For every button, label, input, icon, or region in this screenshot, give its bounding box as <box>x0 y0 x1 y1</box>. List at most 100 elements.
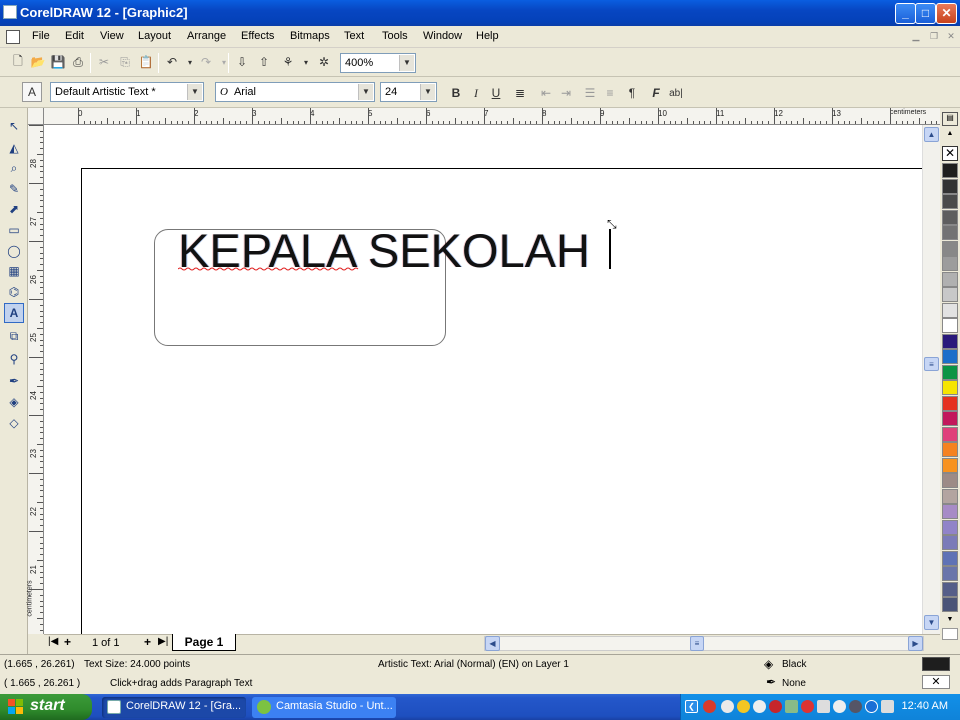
color-swatch[interactable] <box>942 240 958 256</box>
save-icon[interactable]: 💾 <box>48 52 68 72</box>
character-format-icon[interactable]: F <box>646 83 666 103</box>
tray-antivirus-icon[interactable] <box>769 700 782 713</box>
tray-app-icon[interactable] <box>817 700 830 713</box>
chevron-down-icon[interactable]: ▼ <box>358 84 373 100</box>
tray-app-icon[interactable] <box>801 700 814 713</box>
menu-tools[interactable]: Tools <box>382 30 408 42</box>
color-swatch[interactable] <box>942 318 958 333</box>
app-launcher-dropdown-icon[interactable]: ▾ <box>296 52 316 72</box>
color-swatch[interactable] <box>942 581 958 597</box>
undo-icon[interactable]: ↶ <box>162 52 182 72</box>
zoom-tool-icon[interactable]: ⌕ <box>4 158 24 178</box>
freehand-tool-icon[interactable]: ✎ <box>4 179 24 199</box>
color-swatch[interactable] <box>942 225 958 240</box>
corel-online-icon[interactable]: ✲ <box>314 52 334 72</box>
color-swatch[interactable] <box>942 457 958 473</box>
color-swatch[interactable] <box>942 566 958 581</box>
color-swatch[interactable] <box>942 333 958 349</box>
palette-scroll-down-icon[interactable]: ▼ <box>942 616 958 623</box>
drawing-canvas[interactable]: KEPALA SEKOLAH ⤡ <box>44 125 922 634</box>
maximize-button[interactable]: □ <box>915 3 936 24</box>
text-style-combo[interactable]: Default Artistic Text * ▼ <box>50 82 204 102</box>
tray-app-icon[interactable] <box>849 700 862 713</box>
start-button[interactable]: start <box>0 694 92 720</box>
color-swatch[interactable] <box>942 302 958 318</box>
fill-tool-icon[interactable]: ◈ <box>4 392 24 412</box>
rectangle-tool-icon[interactable]: ▭ <box>4 220 24 240</box>
bold-icon[interactable]: B <box>446 83 466 103</box>
taskbar-item-camtasia[interactable]: Camtasia Studio - Unt... <box>252 697 396 718</box>
palette-menu-icon[interactable]: ▤ <box>942 112 958 126</box>
graph-paper-tool-icon[interactable]: ▦ <box>4 261 24 281</box>
menu-view[interactable]: View <box>100 30 124 42</box>
color-swatch[interactable] <box>942 395 958 411</box>
color-swatch[interactable] <box>942 519 958 535</box>
menu-edit[interactable]: Edit <box>65 30 84 42</box>
color-swatch[interactable] <box>942 194 958 209</box>
basic-shapes-tool-icon[interactable]: ⌬ <box>4 282 24 302</box>
pick-tool-icon[interactable]: ↖ <box>4 116 24 136</box>
page-tab[interactable]: Page 1 <box>172 634 236 651</box>
palette-scroll-up-icon[interactable]: ▲ <box>942 130 958 137</box>
tray-app-icon[interactable] <box>833 700 846 713</box>
doc-close-icon[interactable]: ✕ <box>945 31 957 42</box>
color-swatch[interactable] <box>942 411 958 426</box>
menu-text[interactable]: Text <box>344 30 364 42</box>
last-page-icon[interactable]: ▶| <box>158 636 168 647</box>
horizontal-scrollbar[interactable]: ◀ ≡ ▶ <box>484 636 924 651</box>
decrease-indent-icon[interactable]: ⇤ <box>536 83 556 103</box>
tray-network-icon[interactable] <box>785 700 798 713</box>
color-swatch[interactable] <box>942 535 958 550</box>
shape-tool-icon[interactable]: ◭ <box>4 138 24 158</box>
color-swatch[interactable] <box>942 256 958 271</box>
interactive-blend-tool-icon[interactable]: ⧉ <box>4 326 24 346</box>
scroll-up-icon[interactable]: ▲ <box>924 127 939 142</box>
edit-text-icon[interactable]: ab| <box>666 83 686 103</box>
menu-bitmaps[interactable]: Bitmaps <box>290 30 330 42</box>
cut-icon[interactable]: ✂ <box>94 52 114 72</box>
redo-dropdown-icon[interactable]: ▾ <box>214 52 234 72</box>
new-icon[interactable]: 🗋 <box>8 52 28 72</box>
menu-arrange[interactable]: Arrange <box>187 30 226 42</box>
text-tool-icon[interactable]: A <box>4 303 24 323</box>
color-swatch[interactable] <box>942 380 958 395</box>
taskbar-item-coreldraw[interactable]: CorelDRAW 12 - [Gra... <box>102 697 246 718</box>
import-icon[interactable]: ⇩ <box>232 52 252 72</box>
doc-restore-icon[interactable]: ❐ <box>928 31 940 42</box>
bullet-list-icon[interactable]: ☰ <box>580 83 600 103</box>
paragraph-format-icon[interactable]: ¶ <box>622 83 642 103</box>
ruler-origin[interactable] <box>28 108 44 125</box>
color-swatch[interactable] <box>942 442 958 457</box>
doc-minimize-icon[interactable]: ▁ <box>910 31 922 42</box>
close-button[interactable]: ✕ <box>936 3 957 24</box>
no-outline-swatch[interactable]: ✕ <box>922 675 950 689</box>
tray-expand-icon[interactable]: ❮ <box>685 700 698 713</box>
color-swatch[interactable] <box>942 364 958 380</box>
increase-indent-icon[interactable]: ⇥ <box>556 83 576 103</box>
eyedropper-tool-icon[interactable]: ⚲ <box>4 349 24 369</box>
copy-icon[interactable]: ⎘ <box>115 52 135 72</box>
tray-app-icon[interactable] <box>703 700 716 713</box>
ellipse-tool-icon[interactable]: ◯ <box>4 241 24 261</box>
zoom-level-combo[interactable]: 400% ▼ <box>340 53 416 73</box>
add-page-after-icon[interactable]: + <box>144 635 151 649</box>
color-swatch[interactable] <box>942 550 958 566</box>
minimize-button[interactable]: _ <box>895 3 916 24</box>
open-icon[interactable]: 📂 <box>28 52 48 72</box>
menu-window[interactable]: Window <box>423 30 462 42</box>
interactive-fill-tool-icon[interactable]: ◇ <box>4 413 24 433</box>
app-launcher-icon[interactable]: ⚘ <box>278 52 298 72</box>
color-swatch[interactable] <box>942 209 958 225</box>
chevron-down-icon[interactable]: ▼ <box>399 55 414 71</box>
scroll-right-icon[interactable]: ▶ <box>908 636 923 651</box>
menu-help[interactable]: Help <box>476 30 499 42</box>
horizontal-ruler[interactable]: 0 1 2 3 4 5 6 7 8 9 10 11 12 13 centimet… <box>44 108 940 125</box>
color-swatch[interactable] <box>942 287 958 302</box>
palette-expand-icon[interactable] <box>942 628 958 640</box>
smart-fill-tool-icon[interactable]: ⬈ <box>4 199 24 219</box>
tray-shield-icon[interactable] <box>737 700 750 713</box>
color-swatch[interactable] <box>942 163 958 178</box>
add-page-before-icon[interactable]: + <box>64 635 71 649</box>
outline-tool-icon[interactable]: ✒ <box>4 371 24 391</box>
fill-color-swatch[interactable] <box>922 657 950 671</box>
